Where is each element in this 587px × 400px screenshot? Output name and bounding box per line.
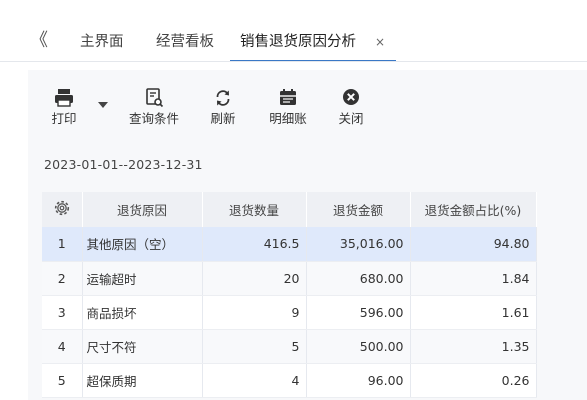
column-settings-button[interactable] — [42, 192, 83, 227]
column-header-ratio[interactable]: 退货金额占比(%) — [410, 192, 537, 227]
table-row[interactable]: 5 超保质期 4 96.00 0.26 — [42, 363, 537, 398]
cell-qty: 416.5 — [202, 227, 307, 262]
table-row[interactable]: 3 商品损坏 9 596.00 1.61 — [42, 295, 537, 330]
cell-reason: 商品损坏 — [82, 295, 203, 330]
column-header-reason[interactable]: 退货原因 — [82, 192, 203, 227]
tab-main[interactable]: 主界面 — [80, 27, 124, 62]
close-label: 关闭 — [338, 111, 364, 126]
query-conditions-icon — [146, 88, 164, 108]
column-header-qty[interactable]: 退货数量 — [202, 192, 307, 227]
cell-amount: 96.00 — [306, 363, 411, 398]
cell-qty: 4 — [202, 363, 307, 398]
table-row[interactable]: 4 尺寸不符 5 500.00 1.35 — [42, 329, 537, 364]
cell-amount: 500.00 — [306, 329, 411, 364]
cell-ratio: 1.84 — [410, 261, 537, 296]
toolbar: 打印 查询条件 刷新 明细账 关闭 — [28, 86, 587, 136]
detail-ledger-label: 明细账 — [269, 111, 307, 126]
close-button[interactable]: 关闭 — [336, 86, 366, 128]
close-circle-icon — [343, 89, 359, 105]
cell-ratio: 94.80 — [410, 227, 537, 262]
tab-label: 销售退货原因分析 — [240, 34, 356, 50]
tab-bar: 《 主界面 经营看板 销售退货原因分析 × — [0, 0, 587, 62]
column-header-amount[interactable]: 退货金额 — [306, 192, 411, 227]
cell-amount: 680.00 — [306, 261, 411, 296]
refresh-icon — [216, 90, 230, 106]
cell-reason: 超保质期 — [82, 363, 203, 398]
row-number: 3 — [42, 295, 83, 330]
refresh-label: 刷新 — [210, 111, 236, 126]
refresh-button[interactable]: 刷新 — [208, 86, 238, 128]
cell-ratio: 1.61 — [410, 295, 537, 330]
date-range-filter[interactable]: 2023-01-01--2023-12-31 — [44, 157, 203, 172]
row-number: 5 — [42, 363, 83, 398]
return-reason-table: 退货原因 退货数量 退货金额 退货金额占比(%) 1 其他原因（空） 416.5… — [42, 192, 537, 398]
row-number: 1 — [42, 227, 83, 262]
cell-qty: 5 — [202, 329, 307, 364]
cell-reason: 运输超时 — [82, 261, 203, 296]
cell-reason: 尺寸不符 — [82, 329, 203, 364]
print-label: 打印 — [51, 111, 77, 126]
printer-icon — [55, 89, 73, 107]
tab-divider — [0, 61, 587, 62]
row-number: 2 — [42, 261, 83, 296]
query-conditions-button[interactable]: 查询条件 — [126, 86, 182, 128]
ledger-icon — [280, 89, 296, 105]
cell-ratio: 0.26 — [410, 363, 537, 398]
tab-dashboard[interactable]: 经营看板 — [156, 27, 214, 62]
table-header-row: 退货原因 退货数量 退货金额 退货金额占比(%) — [42, 192, 537, 227]
close-tab-icon[interactable]: × — [375, 27, 385, 57]
cell-reason: 其他原因（空） — [82, 227, 203, 262]
table-row[interactable]: 2 运输超时 20 680.00 1.84 — [42, 261, 537, 296]
tab-return-reason-analysis[interactable]: 销售退货原因分析 × — [230, 27, 396, 62]
cell-ratio: 1.35 — [410, 329, 537, 364]
cell-amount: 596.00 — [306, 295, 411, 330]
cell-qty: 9 — [202, 295, 307, 330]
print-button[interactable]: 打印 — [46, 86, 82, 128]
detail-ledger-button[interactable]: 明细账 — [266, 86, 310, 128]
row-number: 4 — [42, 329, 83, 364]
cell-amount: 35,016.00 — [306, 227, 411, 262]
table-row[interactable]: 1 其他原因（空） 416.5 35,016.00 94.80 — [42, 227, 537, 262]
print-dropdown-chevron-icon[interactable] — [98, 102, 108, 108]
collapse-tabs-icon[interactable]: 《 — [30, 30, 48, 52]
gear-icon — [54, 200, 69, 216]
cell-qty: 20 — [202, 261, 307, 296]
query-conditions-label: 查询条件 — [128, 111, 179, 126]
